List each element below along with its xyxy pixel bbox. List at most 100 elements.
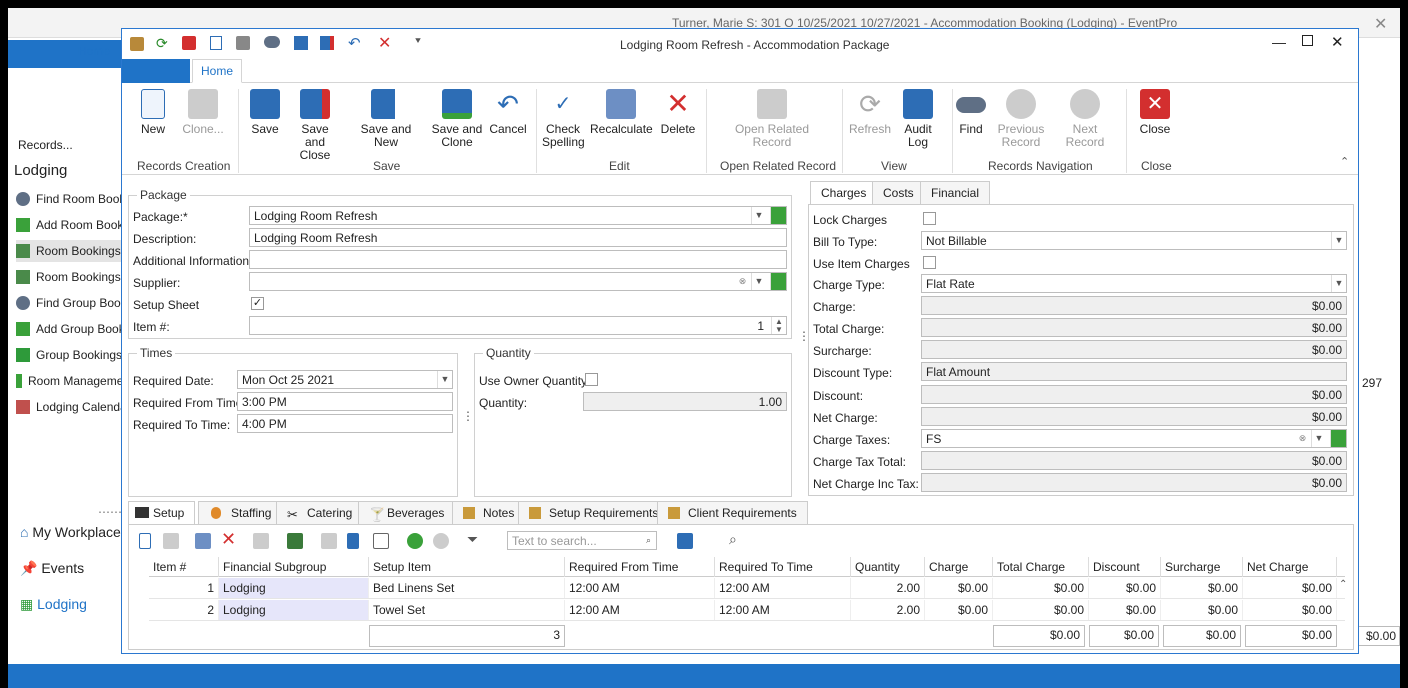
total-charge-field[interactable]: $0.00 [921, 318, 1347, 337]
side-item-room-bookings[interactable]: Room Bookings [16, 240, 126, 262]
customize-toolbar-icon[interactable]: ⯆ [414, 36, 422, 47]
tab-client-requirements[interactable]: Client Requirements [657, 501, 808, 525]
additional-information-field[interactable] [249, 250, 787, 269]
spinner-icon[interactable]: ▲ ▼ [771, 317, 786, 334]
previous-record-button[interactable]: Previous Record [992, 89, 1050, 149]
tab-costs[interactable]: Costs [872, 181, 925, 205]
open-icon[interactable] [347, 533, 359, 549]
save-and-new-button[interactable]: Save and New [348, 89, 424, 149]
save-and-close-button[interactable]: Save and Close [290, 89, 340, 162]
find-in-grid-icon[interactable]: ⌕ [729, 531, 745, 547]
open-related-record-button[interactable]: Open Related Record [734, 89, 810, 149]
collapse-ribbon-icon[interactable]: ⌃ [1340, 155, 1349, 168]
audit-log-button[interactable]: Audit Log [900, 89, 936, 149]
chevron-down-icon[interactable]: ▼ [1311, 430, 1326, 447]
column-total-charge[interactable]: Total Charge [993, 557, 1089, 577]
close-button[interactable]: ✕ Close [1138, 89, 1172, 136]
supplier-field[interactable]: ⊗ ▼ [249, 272, 787, 291]
chevron-down-icon[interactable]: ▼ [1331, 232, 1346, 249]
item-number-stepper[interactable]: 1 ▲ ▼ [249, 316, 787, 335]
undo-icon[interactable]: ↶ [348, 34, 361, 52]
chevron-down-icon[interactable]: ▼ [751, 273, 766, 290]
clone-button[interactable]: Clone... [178, 89, 228, 136]
column-setup-item[interactable]: Setup Item [369, 557, 565, 577]
tab-home[interactable]: Home [192, 59, 242, 83]
delete-row-icon[interactable]: ✕ [221, 529, 237, 549]
window-close-icon[interactable]: ✕ [1331, 33, 1344, 51]
calculator-icon[interactable] [195, 533, 211, 549]
nav-events[interactable]: 📌 Events [20, 560, 84, 577]
side-item-room-management[interactable]: Room Management [16, 370, 133, 392]
background-close-icon[interactable]: ✕ [1374, 14, 1387, 34]
description-field[interactable]: Lodging Room Refresh [249, 228, 787, 247]
background-home-tab[interactable]: Home [78, 44, 110, 58]
column-financial-subgroup[interactable]: Financial Subgroup [219, 557, 369, 577]
splitter-handle[interactable]: ⋯⋯ [98, 505, 122, 519]
arrow-up-icon[interactable] [407, 533, 423, 549]
discount-type-field[interactable]: Flat Amount [921, 362, 1347, 381]
new-button[interactable]: New [136, 89, 170, 136]
save-and-clone-button[interactable]: Save and Clone [430, 89, 484, 149]
use-owner-quantity-checkbox[interactable] [585, 373, 598, 386]
tab-beverages[interactable]: 🍸 Beverages [358, 501, 456, 525]
grid-search-input[interactable]: Text to search... ⌕ [507, 531, 657, 550]
print-icon[interactable] [253, 533, 269, 549]
new-icon[interactable] [210, 36, 222, 50]
refresh-icon[interactable]: ⟳ [156, 35, 168, 52]
column-item-number[interactable]: Item # [149, 557, 219, 577]
save-layout-icon[interactable] [677, 533, 693, 549]
save-close-icon[interactable] [320, 36, 334, 50]
package-field[interactable]: Lodging Room Refresh ▼ [249, 206, 787, 225]
nav-my-workplace[interactable]: ⌂ My Workplace [20, 524, 121, 540]
list-icon[interactable] [373, 533, 389, 549]
side-item-room-bookings-by[interactable]: Room Bookings by [16, 266, 137, 288]
column-net-charge[interactable]: Net Charge [1243, 557, 1337, 577]
clear-icon[interactable]: ⊗ [735, 273, 750, 290]
search-icon[interactable]: ⌕ [641, 532, 656, 549]
column-required-to-time[interactable]: Required To Time [715, 557, 851, 577]
minimize-icon[interactable]: — [1272, 34, 1286, 50]
charge-field[interactable]: $0.00 [921, 296, 1347, 315]
quantity-field[interactable]: 1.00 [583, 392, 787, 411]
next-record-button[interactable]: Next Record [1052, 89, 1118, 149]
net-charge-field[interactable]: $0.00 [921, 407, 1347, 426]
lookup-icon[interactable] [1330, 430, 1346, 447]
grid-options-icon[interactable] [287, 533, 303, 549]
binoculars-icon[interactable] [264, 36, 280, 48]
find-button[interactable]: Find [956, 89, 986, 136]
save-icon[interactable] [294, 36, 308, 50]
scroll-up-icon[interactable]: ⌃ [1339, 579, 1347, 590]
discount-field[interactable]: $0.00 [921, 385, 1347, 404]
required-date-field[interactable]: Mon Oct 25 2021 ▼ [237, 370, 453, 389]
chevron-down-icon[interactable]: ▼ [1331, 275, 1346, 292]
cancel-icon[interactable]: ✕ [378, 33, 391, 53]
clear-icon[interactable]: ⊗ [1295, 430, 1310, 447]
maximize-icon[interactable] [1302, 35, 1313, 46]
clone-row-icon[interactable] [163, 533, 179, 549]
new-row-icon[interactable] [139, 533, 151, 549]
check-spelling-button[interactable]: ✓ Check Spelling [542, 89, 585, 149]
surcharge-field[interactable]: $0.00 [921, 340, 1347, 359]
arrow-down-icon[interactable] [433, 533, 449, 549]
splitter-handle[interactable]: ⋮ [462, 409, 474, 423]
tab-setup-requirements[interactable]: Setup Requirements [518, 501, 670, 525]
chevron-down-icon[interactable]: ▼ [437, 371, 452, 388]
lookup-icon[interactable] [770, 273, 786, 290]
nav-lodging[interactable]: ▦ Lodging [20, 596, 87, 613]
column-surcharge[interactable]: Surcharge [1161, 557, 1243, 577]
application-menu-button[interactable] [122, 59, 190, 83]
charge-tax-total-field[interactable]: $0.00 [921, 451, 1347, 470]
column-charge[interactable]: Charge [925, 557, 993, 577]
filter-icon[interactable]: ⏷ [467, 531, 483, 547]
charge-taxes-field[interactable]: FS ⊗ ▼ [921, 429, 1347, 448]
lookup-icon[interactable] [770, 207, 786, 224]
column-required-from-time[interactable]: Required From Time [565, 557, 715, 577]
lock-charges-checkbox[interactable] [923, 212, 936, 225]
charge-type-select[interactable]: Flat Rate ▼ [921, 274, 1347, 293]
tab-charges[interactable]: Charges [810, 181, 878, 205]
tab-notes[interactable]: Notes [452, 501, 526, 525]
use-item-charges-checkbox[interactable] [923, 256, 936, 269]
refresh-button[interactable]: ⟳ Refresh [848, 89, 892, 136]
save-button[interactable]: Save [248, 89, 282, 136]
tab-financial[interactable]: Financial [920, 181, 991, 205]
